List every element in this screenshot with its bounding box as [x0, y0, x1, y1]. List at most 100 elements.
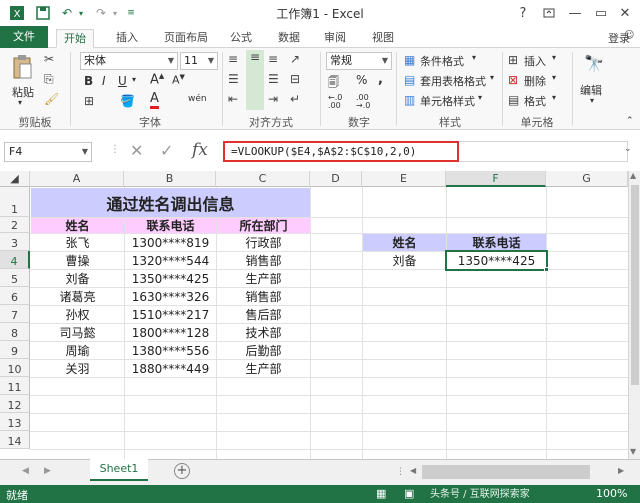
fill-color-icon[interactable]: 🪣 — [120, 94, 135, 108]
align-left-icon[interactable]: ☰ — [228, 72, 239, 86]
column-header-a[interactable]: A — [30, 171, 124, 187]
table-cell[interactable]: 孙权 — [31, 306, 124, 323]
chevron-down-icon[interactable]: ▾ — [590, 96, 594, 105]
tab-home[interactable]: 开始 — [56, 29, 94, 48]
row-header-10[interactable]: 10 — [0, 359, 30, 377]
row-header-3[interactable]: 3 — [0, 233, 30, 251]
table-cell[interactable]: 销售部 — [217, 252, 310, 269]
chevron-down-icon[interactable]: ▾ — [552, 73, 556, 82]
lookup-header-name[interactable]: 姓名 — [363, 234, 446, 251]
increase-indent-icon[interactable]: ⇥ — [268, 92, 278, 106]
decrease-decimal-icon[interactable]: .00 →.0 — [356, 94, 370, 110]
cell-style-button[interactable]: 单元格样式 — [420, 93, 475, 109]
confirm-icon[interactable]: ✓ — [160, 141, 173, 160]
lookup-name-cell[interactable]: 刘备 — [363, 252, 446, 269]
row-header-11[interactable]: 11 — [0, 377, 30, 395]
normal-view-icon[interactable]: ▦ — [376, 487, 386, 500]
row-header-1[interactable]: 1 — [0, 187, 30, 217]
increase-decimal-icon[interactable]: ←.0.00 — [328, 94, 342, 110]
user-icon[interactable]: ☺ — [624, 30, 634, 41]
row-header-8[interactable]: 8 — [0, 323, 30, 341]
scroll-left-icon[interactable]: ◀ — [410, 466, 416, 475]
collapse-ribbon-icon[interactable]: ⌃ — [626, 116, 634, 126]
column-header-d[interactable]: D — [310, 171, 362, 187]
sheet-tab-sheet1[interactable]: Sheet1 — [90, 459, 148, 481]
phonetic-icon[interactable]: wén — [188, 94, 207, 104]
lookup-header-phone[interactable]: 联系电话 — [447, 234, 546, 251]
italic-icon[interactable]: I — [102, 74, 106, 88]
conditional-format-button[interactable]: 条件格式 — [420, 53, 464, 69]
row-header-7[interactable]: 7 — [0, 305, 30, 323]
chevron-down-icon[interactable]: ▾ — [552, 93, 556, 102]
number-format-select[interactable]: 常规 ▼ — [326, 52, 392, 70]
cut-icon[interactable]: ✂ — [44, 52, 54, 66]
tab-data[interactable]: 数据 — [270, 29, 308, 48]
table-cell[interactable]: 1630****326 — [125, 288, 216, 305]
tab-file[interactable]: 文件 — [0, 26, 48, 48]
increase-font-icon[interactable]: A▲ — [150, 72, 164, 87]
formula-input[interactable]: =VLOOKUP($E4,$A$2:$C$10,2,0) — [223, 141, 459, 162]
table-cell[interactable]: 生产部 — [217, 360, 310, 377]
chevron-down-icon[interactable]: ▾ — [552, 53, 556, 62]
underline-icon[interactable]: U — [118, 74, 127, 88]
column-header-f[interactable]: F — [446, 171, 546, 187]
chevron-down-icon[interactable]: ▾ — [472, 53, 476, 62]
undo-dropdown-icon[interactable]: ▾ — [72, 4, 90, 22]
row-header-12[interactable]: 12 — [0, 395, 30, 413]
chevron-down-icon[interactable]: ▾ — [478, 93, 482, 102]
decrease-indent-icon[interactable]: ⇤ — [228, 92, 238, 106]
paste-icon[interactable] — [10, 54, 34, 83]
table-cell[interactable]: 关羽 — [31, 360, 124, 377]
expand-formula-icon[interactable]: ⌄ — [624, 144, 632, 154]
table-cell[interactable]: 1510****217 — [125, 306, 216, 323]
table-cell[interactable]: 技术部 — [217, 324, 310, 341]
align-top-icon[interactable]: ≡ — [228, 52, 238, 66]
table-cell[interactable]: 1800****128 — [125, 324, 216, 341]
align-bottom-icon[interactable]: ≡ — [268, 52, 278, 66]
delete-cells-button[interactable]: 删除 — [524, 73, 546, 89]
customize-toolbar-icon[interactable]: ≡ — [122, 4, 140, 22]
tab-review[interactable]: 审阅 — [316, 29, 354, 48]
formula-input-extension[interactable] — [459, 141, 628, 162]
maximize-button[interactable]: ▭ — [588, 2, 614, 24]
table-cell[interactable]: 1300****819 — [125, 234, 216, 251]
bold-icon[interactable]: B — [84, 74, 93, 88]
decrease-font-icon[interactable]: A▼ — [172, 73, 185, 87]
chevron-down-icon[interactable]: ▾ — [490, 73, 494, 82]
scrollbar-thumb[interactable] — [631, 185, 639, 385]
tab-formulas[interactable]: 公式 — [222, 29, 260, 48]
currency-icon[interactable]: 🗐 — [328, 74, 339, 93]
select-all-corner[interactable]: ◢ — [0, 171, 30, 187]
insert-function-icon[interactable]: fx — [192, 140, 208, 160]
merge-center-icon[interactable]: ⊟ — [290, 72, 300, 86]
orientation-icon[interactable]: ↗ — [290, 52, 300, 66]
name-box[interactable]: F4 ▼ — [4, 142, 92, 162]
close-button[interactable]: ✕ — [612, 2, 638, 24]
scroll-sheets-right-icon[interactable]: ▶ — [44, 466, 51, 476]
table-cell[interactable]: 生产部 — [217, 270, 310, 287]
column-header-b[interactable]: B — [124, 171, 216, 187]
format-painter-icon[interactable]: 🖌 — [44, 92, 59, 106]
align-middle-icon[interactable]: ≡ — [246, 50, 264, 110]
table-cell[interactable]: 刘备 — [31, 270, 124, 287]
row-header-13[interactable]: 13 — [0, 413, 30, 431]
table-cell[interactable]: 1380****556 — [125, 342, 216, 359]
table-cell[interactable]: 1320****544 — [125, 252, 216, 269]
format-cells-button[interactable]: 格式 — [524, 93, 546, 109]
insert-cells-button[interactable]: 插入 — [524, 53, 546, 69]
ribbon-display-icon[interactable] — [536, 2, 562, 24]
row-header-2[interactable]: 2 — [0, 217, 30, 233]
scroll-up-icon[interactable]: ▲ — [630, 171, 636, 180]
tab-page-layout[interactable]: 页面布局 — [158, 29, 214, 48]
table-cell[interactable]: 曹操 — [31, 252, 124, 269]
font-size-select[interactable]: 11 ▼ — [180, 52, 218, 70]
copy-icon[interactable]: ⎘ — [44, 72, 54, 87]
comma-icon[interactable]: , — [378, 72, 383, 87]
underline-dropdown-icon[interactable]: ▾ — [132, 75, 136, 84]
percent-icon[interactable]: % — [356, 73, 367, 87]
tab-view[interactable]: 视图 — [364, 29, 402, 48]
vertical-scrollbar[interactable]: ▲ ▼ — [628, 171, 640, 459]
table-cell[interactable]: 后勤部 — [217, 342, 310, 359]
fill-handle[interactable] — [544, 267, 549, 272]
column-header-g[interactable]: G — [546, 171, 628, 187]
